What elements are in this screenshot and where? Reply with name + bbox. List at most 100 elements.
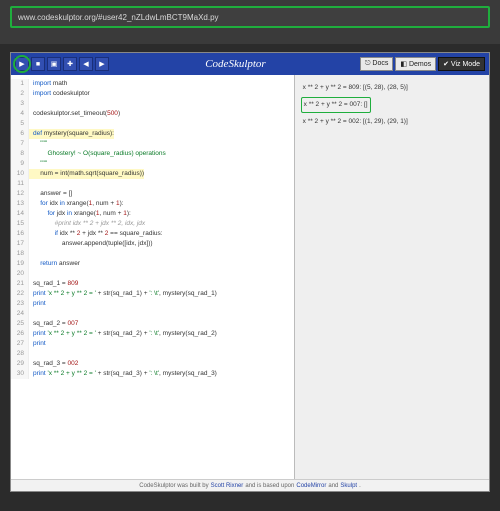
line-number: 3 [11, 99, 29, 109]
code-line[interactable]: 8 Ghostery! ~ O(square_radius) operation… [11, 149, 294, 159]
line-number: 19 [11, 259, 29, 269]
code-line[interactable]: 3 [11, 99, 294, 109]
code-editor[interactable]: 1import math2import codeskulptor3 4codes… [11, 75, 295, 479]
code-line[interactable]: 27print [11, 339, 294, 349]
code-line[interactable]: 19 return answer [11, 259, 294, 269]
open-button[interactable]: ▣ [47, 57, 61, 71]
output-panel: x ** 2 + y ** 2 = 809: [(5, 28), (28, 5)… [295, 75, 489, 479]
code-text: print 'x ** 2 + y ** 2 = ' + str(sq_rad_… [29, 289, 217, 299]
code-text [29, 349, 35, 359]
panes: 1import math2import codeskulptor3 4codes… [11, 75, 489, 479]
code-text [29, 119, 35, 129]
run-button[interactable]: ▶ [15, 57, 29, 71]
code-line[interactable]: 15 #print idx ** 2 + jdx ** 2, idx, jdx [11, 219, 294, 229]
line-number: 4 [11, 109, 29, 119]
footer: CodeSkulptor was built by Scott Rixner a… [11, 479, 489, 491]
code-text [29, 179, 35, 189]
prev-button[interactable]: ◀ [79, 57, 93, 71]
code-text: Ghostery! ~ O(square_radius) operations [29, 149, 166, 159]
line-number: 15 [11, 219, 29, 229]
line-number: 27 [11, 339, 29, 349]
browser-chrome: www.codeskulptor.org/#user42_nZLdwLmBCT9… [0, 0, 500, 44]
code-text: codeskulptor.set_timeout(500) [29, 109, 120, 119]
output-line: x ** 2 + y ** 2 = 007: [] [301, 97, 371, 113]
code-line[interactable]: 18 [11, 249, 294, 259]
line-number: 6 [11, 129, 29, 139]
line-number: 11 [11, 179, 29, 189]
line-number: 22 [11, 289, 29, 299]
code-line[interactable]: 12 answer = [] [11, 189, 294, 199]
address-bar[interactable]: www.codeskulptor.org/#user42_nZLdwLmBCT9… [10, 6, 490, 28]
url-text: www.codeskulptor.org/#user42_nZLdwLmBCT9… [18, 13, 219, 22]
save-icon: ■ [36, 61, 40, 68]
line-number: 30 [11, 369, 29, 379]
code-line[interactable]: 30print 'x ** 2 + y ** 2 = ' + str(sq_ra… [11, 369, 294, 379]
line-number: 1 [11, 79, 29, 89]
toolbar: ▶ ■ ▣ ✚ ◀ ▶ CodeSkulptor ⎋ Docs ◧ Demos … [11, 53, 489, 75]
code-text: """ [29, 139, 47, 149]
footer-link-codemirror[interactable]: CodeMirror [296, 483, 326, 489]
line-number: 28 [11, 349, 29, 359]
app-window: ▶ ■ ▣ ✚ ◀ ▶ CodeSkulptor ⎋ Docs ◧ Demos … [10, 52, 490, 492]
code-line[interactable]: 14 for jdx in xrange(1, num + 1): [11, 209, 294, 219]
code-line[interactable]: 25sq_rad_2 = 007 [11, 319, 294, 329]
code-line[interactable]: 9 """ [11, 159, 294, 169]
code-line[interactable]: 13 for idx in xrange(1, num + 1): [11, 199, 294, 209]
code-line[interactable]: 22print 'x ** 2 + y ** 2 = ' + str(sq_ra… [11, 289, 294, 299]
code-text [29, 249, 35, 259]
code-text: #print idx ** 2 + jdx ** 2, idx, jdx [29, 219, 145, 229]
code-text: import codeskulptor [29, 89, 90, 99]
code-line[interactable]: 10 num = int(math.sqrt(square_radius)) [11, 169, 294, 179]
code-text: print 'x ** 2 + y ** 2 = ' + str(sq_rad_… [29, 369, 217, 379]
code-line[interactable]: 6def mystery(square_radius): [11, 129, 294, 139]
code-line[interactable]: 26print 'x ** 2 + y ** 2 = ' + str(sq_ra… [11, 329, 294, 339]
right-icon: ▶ [99, 60, 104, 68]
code-text: if idx ** 2 + jdx ** 2 == square_radius: [29, 229, 163, 239]
docs-button[interactable]: ⎋ Docs [360, 57, 393, 71]
code-text: answer = [] [29, 189, 72, 199]
line-number: 8 [11, 149, 29, 159]
line-number: 13 [11, 199, 29, 209]
line-number: 26 [11, 329, 29, 339]
code-text: for jdx in xrange(1, num + 1): [29, 209, 131, 219]
code-line[interactable]: 11 [11, 179, 294, 189]
line-number: 20 [11, 269, 29, 279]
code-line[interactable]: 20 [11, 269, 294, 279]
code-text: sq_rad_1 = 809 [29, 279, 78, 289]
code-line[interactable]: 4codeskulptor.set_timeout(500) [11, 109, 294, 119]
code-text: def mystery(square_radius): [29, 129, 114, 139]
fresh-button[interactable]: ✚ [63, 57, 77, 71]
line-number: 16 [11, 229, 29, 239]
code-line[interactable]: 21sq_rad_1 = 809 [11, 279, 294, 289]
line-number: 9 [11, 159, 29, 169]
line-number: 25 [11, 319, 29, 329]
code-line[interactable]: 29sq_rad_3 = 002 [11, 359, 294, 369]
code-line[interactable]: 17 answer.append(tuple([idx, jdx])) [11, 239, 294, 249]
code-text [29, 269, 35, 279]
code-text: import math [29, 79, 67, 89]
code-text: print 'x ** 2 + y ** 2 = ' + str(sq_rad_… [29, 329, 217, 339]
code-line[interactable]: 23print [11, 299, 294, 309]
code-line[interactable]: 2import codeskulptor [11, 89, 294, 99]
demos-button[interactable]: ◧ Demos [395, 57, 436, 71]
code-line[interactable]: 1import math [11, 79, 294, 89]
code-line[interactable]: 5 [11, 119, 294, 129]
line-number: 23 [11, 299, 29, 309]
line-number: 24 [11, 309, 29, 319]
code-text: sq_rad_3 = 002 [29, 359, 78, 369]
code-text: """ [29, 159, 47, 169]
viz-mode-button[interactable]: ✔ Viz Mode [438, 57, 485, 71]
code-line[interactable]: 7 """ [11, 139, 294, 149]
footer-link-skulpt[interactable]: Skulpt [340, 483, 357, 489]
code-line[interactable]: 24 [11, 309, 294, 319]
code-text: print [29, 299, 46, 309]
code-line[interactable]: 28 [11, 349, 294, 359]
output-line: x ** 2 + y ** 2 = 002: [(1, 29), (29, 1)… [301, 115, 483, 129]
next-button[interactable]: ▶ [95, 57, 109, 71]
footer-link-author[interactable]: Scott Rixner [211, 483, 244, 489]
save-button[interactable]: ■ [31, 57, 45, 71]
line-number: 5 [11, 119, 29, 129]
code-text [29, 99, 35, 109]
code-line[interactable]: 16 if idx ** 2 + jdx ** 2 == square_radi… [11, 229, 294, 239]
code-text: sq_rad_2 = 007 [29, 319, 78, 329]
